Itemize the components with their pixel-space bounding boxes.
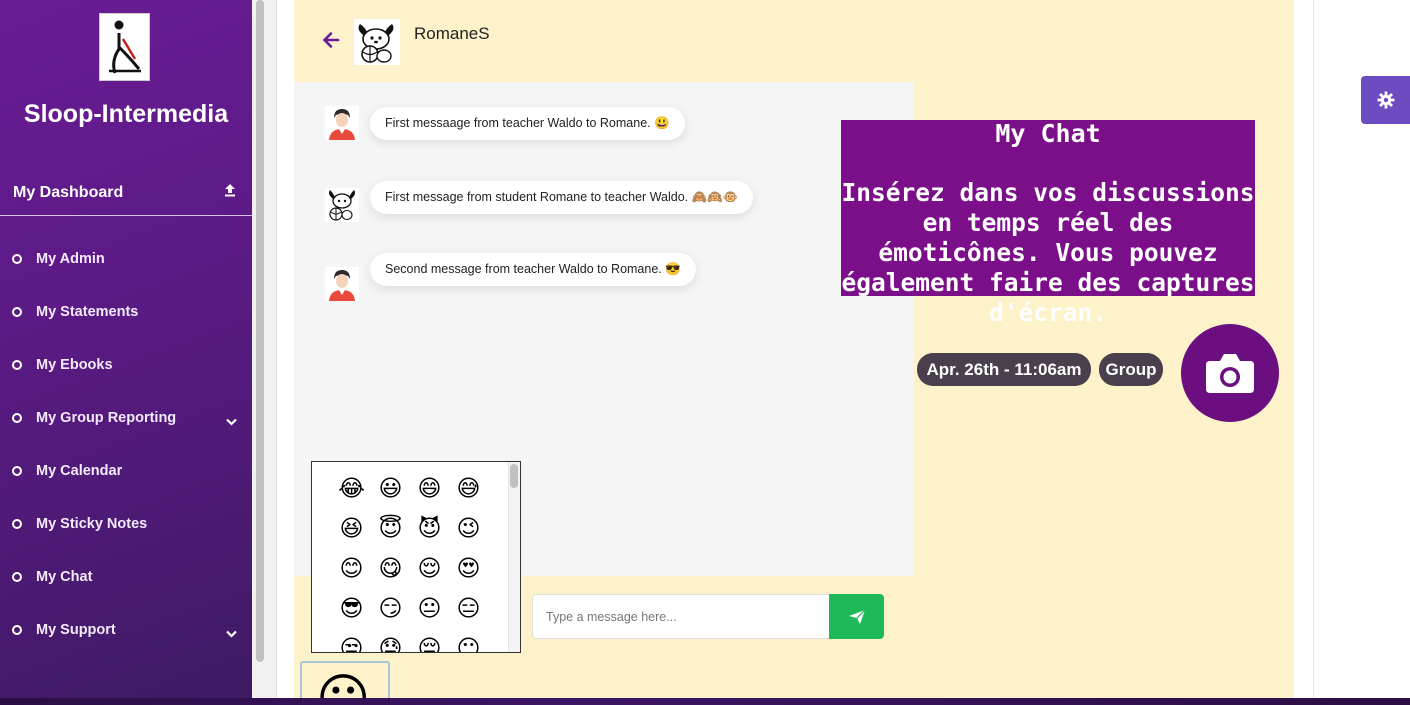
emoji-option[interactable]: 😍 <box>449 556 488 583</box>
emoji-option[interactable]: 😑 <box>449 596 488 623</box>
emoji-option[interactable]: 😈 <box>410 516 449 543</box>
emoji-option[interactable]: 😊 <box>332 556 371 583</box>
contact-name: RomaneS <box>414 24 490 43</box>
emoji-scrollbar[interactable] <box>510 464 518 488</box>
brand-logo[interactable] <box>99 13 150 81</box>
chevron-down-icon[interactable] <box>226 411 237 430</box>
sidebar-item-chat[interactable]: My Chat <box>0 550 252 603</box>
emoji-grid: 😂 😃 😄 😅 😆 😇 😈 😉 😊 😋 😌 😍 😎 😏 😐 😑 😒 😓 😔 😶 <box>332 476 488 652</box>
sidebar-item-label: My Chat <box>36 568 93 585</box>
chevron-down-icon[interactable] <box>226 623 237 642</box>
emoji-option[interactable]: 😐 <box>410 596 449 623</box>
circle-icon <box>12 412 22 423</box>
sidebar-item-sticky-notes[interactable]: My Sticky Notes <box>0 497 252 550</box>
dog-avatar-icon <box>354 19 400 65</box>
back-arrow-icon[interactable] <box>321 30 341 54</box>
sidebar-item-support[interactable]: My Support <box>0 603 252 656</box>
emoji-option[interactable]: 😓 <box>371 636 410 652</box>
sidebar-item-group-reporting[interactable]: My Group Reporting <box>0 391 252 444</box>
message-input[interactable]: Type a message here... <box>532 594 830 639</box>
brand-name: Sloop-Intermedia <box>23 100 229 128</box>
group-badge[interactable]: Group <box>1099 353 1163 386</box>
settings-button[interactable] <box>1361 76 1410 124</box>
teacher-avatar <box>325 267 359 301</box>
sidebar-item-label: My Group Reporting <box>36 409 177 426</box>
emoji-picker: 😂 😃 😄 😅 😆 😇 😈 😉 😊 😋 😌 😍 😎 😏 😐 😑 😒 😓 😔 😶 <box>311 461 521 653</box>
sidebar-item-statements[interactable]: My Statements <box>0 285 252 338</box>
contact-avatar[interactable] <box>354 19 400 65</box>
emoji-option[interactable]: 😃 <box>371 476 410 503</box>
sidebar-item-admin[interactable]: My Admin <box>0 232 252 285</box>
emoji-option[interactable]: 😎 <box>332 596 371 623</box>
student-avatar <box>325 188 359 222</box>
dashboard-label: My Dashboard <box>13 183 124 201</box>
person-avatar-icon <box>325 106 359 140</box>
circle-icon <box>12 465 22 476</box>
message-row: First messaage from teacher Waldo to Rom… <box>325 106 685 140</box>
sidebar-item-calendar[interactable]: My Calendar <box>0 444 252 497</box>
promo-banner: My Chat Insérez dans vos discussions en … <box>841 119 1255 327</box>
circle-icon <box>12 253 22 264</box>
dashboard-header[interactable]: My Dashboard <box>0 170 252 216</box>
logo-figure-icon <box>108 20 141 74</box>
emoji-option[interactable]: 😆 <box>332 516 371 543</box>
paper-plane-icon <box>848 609 865 624</box>
emoji-option[interactable]: 😅 <box>449 476 488 503</box>
sidebar-item-label: My Support <box>36 621 116 638</box>
emoji-option[interactable]: 😋 <box>371 556 410 583</box>
emoji-option[interactable]: 😇 <box>371 516 410 543</box>
sidebar: Sloop-Intermedia My Dashboard My Admin M… <box>0 0 252 705</box>
emoji-option[interactable]: 😶 <box>449 636 488 652</box>
emoji-option[interactable]: 😒 <box>332 636 371 652</box>
emoji-option[interactable]: 😔 <box>410 636 449 652</box>
sidebar-item-label: My Admin <box>36 250 105 267</box>
sidebar-item-ebooks[interactable]: My Ebooks <box>0 338 252 391</box>
screenshot-button[interactable] <box>1181 324 1279 422</box>
emoji-option[interactable]: 😌 <box>410 556 449 583</box>
circle-icon <box>12 518 22 529</box>
message-row: First message from student Romane to tea… <box>325 172 754 222</box>
sidebar-item-label: My Ebooks <box>36 356 113 373</box>
emoji-option[interactable]: 😉 <box>449 516 488 543</box>
teacher-avatar <box>325 106 359 140</box>
sidebar-item-label: My Calendar <box>36 462 123 479</box>
circle-icon <box>12 306 22 317</box>
promo-body: Insérez dans vos discussions en temps ré… <box>841 178 1255 327</box>
sidebar-item-label: My Sticky Notes <box>36 515 148 532</box>
circle-icon <box>12 624 22 635</box>
person-avatar-icon <box>325 267 359 301</box>
message-row: Second message from teacher Waldo to Rom… <box>325 237 696 301</box>
upload-icon[interactable] <box>224 182 236 201</box>
promo-title: My Chat <box>995 119 1101 148</box>
panel-edge <box>1294 0 1314 705</box>
message-bubble: Second message from teacher Waldo to Rom… <box>370 252 696 286</box>
circle-icon <box>12 571 22 582</box>
sidebar-scrollbar[interactable] <box>256 0 264 662</box>
emoji-option[interactable]: 😄 <box>410 476 449 503</box>
circle-icon <box>12 359 22 370</box>
message-bubble: First messaage from teacher Waldo to Rom… <box>370 106 685 140</box>
dog-avatar-icon <box>325 188 359 222</box>
camera-icon <box>1206 354 1254 393</box>
date-badge: Apr. 26th - 11:06am <box>917 353 1091 386</box>
sidebar-nav: My Admin My Statements My Ebooks My Grou… <box>0 232 252 656</box>
sidebar-item-label: My Statements <box>36 303 139 320</box>
footer-bar <box>0 698 1410 705</box>
emoji-scroll-track <box>508 462 520 652</box>
send-button[interactable] <box>829 594 884 639</box>
message-bubble: First message from student Romane to tea… <box>370 180 754 214</box>
gear-icon <box>1377 91 1394 109</box>
emoji-option[interactable]: 😏 <box>371 596 410 623</box>
emoji-option[interactable]: 😂 <box>332 476 371 503</box>
